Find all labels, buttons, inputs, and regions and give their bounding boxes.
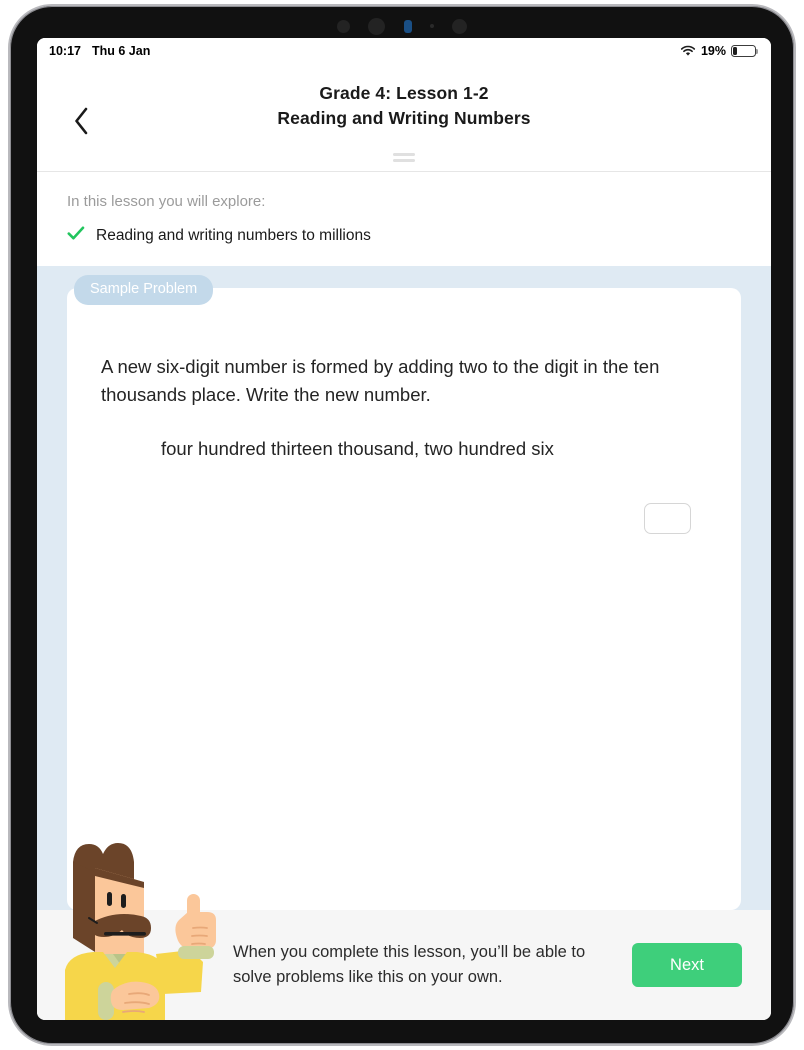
- problem-prompt: A new six-digit number is formed by addi…: [101, 356, 660, 405]
- header-titles: Grade 4: Lesson 1-2 Reading and Writing …: [277, 81, 530, 131]
- sensor-dot: [337, 19, 350, 33]
- status-bar-right: 19%: [680, 44, 759, 58]
- tablet-screen: 10:17 Thu 6 Jan 19% Grade 4: Lesson 1-2 …: [37, 38, 771, 1020]
- objective-label: Reading and writing numbers to millions: [96, 227, 371, 244]
- battery-fill: [733, 47, 738, 55]
- sensor-dot: [452, 18, 467, 34]
- footer-message: When you complete this lesson, you’ll be…: [233, 943, 586, 986]
- sensor-dot: [368, 17, 386, 35]
- answer-input[interactable]: [644, 503, 691, 534]
- problem-content: A new six-digit number is formed by addi…: [67, 288, 741, 463]
- wifi-icon: [680, 45, 696, 57]
- drag-handle-bar: [393, 153, 415, 156]
- lesson-body: Sample Problem A new six-digit number is…: [37, 266, 771, 910]
- check-icon: [67, 226, 85, 246]
- lesson-objectives: In this lesson you will explore: Reading…: [37, 172, 771, 266]
- objectives-intro: In this lesson you will explore:: [67, 193, 266, 210]
- drag-handle-bar: [393, 159, 415, 162]
- problem-card: Sample Problem A new six-digit number is…: [67, 275, 741, 910]
- status-bar: 10:17 Thu 6 Jan 19%: [37, 38, 771, 64]
- chevron-left-icon: [73, 107, 90, 140]
- status-time: 10:17: [49, 44, 81, 58]
- tablet-device-frame: 10:17 Thu 6 Jan 19% Grade 4: Lesson 1-2 …: [8, 4, 796, 1046]
- front-camera-icon: [403, 19, 412, 33]
- lesson-eyebrow: Grade 4: Lesson 1-2: [319, 83, 489, 103]
- next-button[interactable]: Next: [632, 943, 742, 987]
- drag-handle-icon[interactable]: [393, 153, 415, 162]
- status-date: Thu 6 Jan: [91, 44, 151, 58]
- app-header: Grade 4: Lesson 1-2 Reading and Writing …: [37, 64, 771, 172]
- lesson-footer: When you complete this lesson, you’ll be…: [37, 843, 771, 1020]
- battery-icon: [731, 45, 759, 57]
- problem-number-phrase: four hundred thirteen thousand, two hund…: [161, 438, 554, 459]
- camera-sensor-cluster: [337, 17, 467, 35]
- objectives-list: Reading and writing numbers to millions: [67, 225, 771, 246]
- sensor-dot: [429, 24, 434, 28]
- back-button[interactable]: [64, 106, 98, 140]
- page-title: Reading and Writing Numbers: [277, 108, 531, 128]
- objective-item: Reading and writing numbers to millions: [67, 225, 771, 246]
- status-bar-left: 10:17 Thu 6 Jan: [49, 44, 150, 58]
- status-badge: Sample Problem: [74, 275, 214, 305]
- battery-percent-label: 19%: [700, 44, 726, 58]
